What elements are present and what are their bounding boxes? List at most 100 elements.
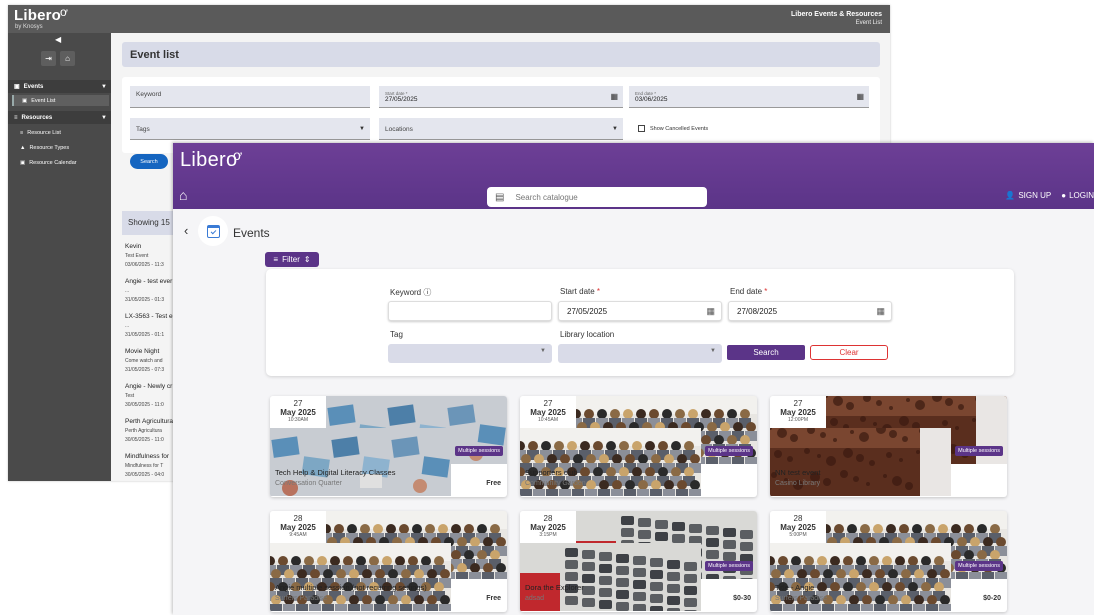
events-icon bbox=[198, 216, 228, 246]
end-date-label: End date * bbox=[635, 91, 657, 96]
admin-app-title: Libero Events & Resources bbox=[790, 11, 882, 18]
event-date-block: 27 May 2025 10:45AM bbox=[520, 396, 576, 428]
sidebar-group-label: Events bbox=[23, 83, 44, 90]
admin-search-button[interactable]: Search bbox=[130, 154, 168, 169]
list-icon: ≡ bbox=[14, 114, 18, 121]
end-date-value: 27/08/2025 bbox=[737, 307, 778, 316]
logout-button[interactable]: ⇥ bbox=[41, 51, 56, 66]
calendar-icon: ▣ bbox=[14, 84, 20, 90]
tag-select[interactable]: ▼ bbox=[388, 344, 552, 363]
show-cancelled-checkbox[interactable]: Show Cancelled Events bbox=[638, 125, 708, 132]
event-date-block: 28 May 2025 9:45AM bbox=[270, 511, 326, 543]
login-link[interactable]: ● LOGIN bbox=[1061, 191, 1094, 200]
logo-swirl-icon: ơ bbox=[233, 147, 243, 163]
show-cancelled-label: Show Cancelled Events bbox=[650, 125, 709, 132]
event-venue: Conversation Quarter bbox=[275, 480, 342, 487]
calendar-icon[interactable]: ▦ bbox=[610, 92, 618, 101]
sidebar-item-label: Resource Types bbox=[29, 144, 70, 151]
public-logo[interactable]: Libero bbox=[180, 149, 237, 172]
sidebar-group-resources[interactable]: ≡ Resources ▼ bbox=[8, 111, 111, 124]
admin-app-subtitle: Event List bbox=[855, 20, 882, 26]
event-price: Free bbox=[486, 480, 501, 487]
home-icon[interactable]: ⌂ bbox=[179, 187, 187, 203]
admin-sidebar: ◀ ⇥ ⌂ ▣ Events ▼ ▣ Event List ≡ Resource… bbox=[8, 33, 111, 481]
filter-button[interactable]: ≡ Filter ⇕ bbox=[265, 252, 319, 267]
event-date-block: 27 May 2025 12:00PM bbox=[770, 396, 826, 428]
event-day: 28 bbox=[793, 514, 803, 523]
event-time: 12:00PM bbox=[787, 417, 808, 423]
admin-filter-panel: Keyword Start date * 27/05/2025 ▦ End da… bbox=[122, 77, 880, 153]
keyword-placeholder: Keyword bbox=[136, 91, 162, 98]
event-title[interactable]: Title - Angie bbox=[775, 583, 814, 592]
end-date-input[interactable]: 27/08/2025 ▦ bbox=[728, 301, 892, 321]
home-button[interactable]: ⌂ bbox=[60, 51, 75, 66]
catalogue-search[interactable]: ▤ bbox=[487, 187, 707, 207]
event-title[interactable]: NN test event bbox=[775, 468, 820, 477]
event-time: 10:45AM bbox=[537, 417, 558, 423]
event-image-strip bbox=[770, 424, 951, 496]
start-date-value: 27/05/2025 bbox=[567, 307, 608, 316]
sidebar-item-event-list[interactable]: ▣ Event List bbox=[12, 95, 109, 106]
event-image-strip bbox=[270, 543, 451, 612]
event-title[interactable]: Angie multiple session (not recurring se… bbox=[275, 583, 427, 592]
event-month-year: May 2025 bbox=[530, 408, 566, 417]
calendar-icon[interactable]: ▦ bbox=[876, 306, 885, 317]
event-card[interactable]: 27 May 2025 12:00PM Multiple sessions NN tes… bbox=[770, 396, 1007, 497]
end-date-field[interactable]: End date * 03/06/2025 ▦ bbox=[629, 86, 869, 108]
event-card[interactable]: 28 May 2025 5:00PM Multiple sessions Title -… bbox=[770, 511, 1007, 612]
calendar-icon[interactable]: ▦ bbox=[706, 306, 715, 317]
keyword-label: Keyword ⓘ bbox=[390, 287, 431, 298]
event-title[interactable]: Tech Help & Digital Literacy Classes bbox=[275, 468, 395, 477]
multiple-sessions-badge: Multiple sessions bbox=[705, 561, 753, 571]
event-title[interactable]: Supporters club bbox=[525, 468, 578, 477]
dropdown-arrow-icon: ▼ bbox=[710, 348, 716, 354]
event-card[interactable]: 27 May 2025 10:30AM Multiple sessions Tech H… bbox=[270, 396, 507, 497]
chevron-down-icon: ▼ bbox=[101, 83, 107, 90]
event-card[interactable]: 28 May 2025 9:45AM Angie multiple session (… bbox=[270, 511, 507, 612]
sort-icon: ⇕ bbox=[303, 255, 311, 264]
sign-up-link[interactable]: 👤 SIGN UP bbox=[1005, 191, 1051, 200]
multiple-sessions-badge: Multiple sessions bbox=[955, 446, 1003, 456]
sidebar-item-resource-calendar[interactable]: ▣ Resource Calendar bbox=[12, 157, 109, 168]
event-time: 3:15PM bbox=[539, 532, 557, 538]
keyword-field[interactable]: Keyword bbox=[130, 86, 370, 108]
filter-icon: ≡ bbox=[273, 255, 279, 264]
info-icon[interactable]: ⓘ bbox=[423, 288, 431, 297]
multiple-sessions-badge: Multiple sessions bbox=[705, 446, 753, 456]
search-button[interactable]: Search bbox=[727, 345, 805, 360]
start-date-field[interactable]: Start date * 27/05/2025 ▦ bbox=[379, 86, 623, 108]
sidebar-item-label: Resource Calendar bbox=[29, 159, 77, 166]
auth-links: 👤 SIGN UP ● LOGIN bbox=[1005, 191, 1094, 200]
start-date-input[interactable]: 27/05/2025 ▦ bbox=[558, 301, 722, 321]
event-month-year: May 2025 bbox=[780, 408, 816, 417]
event-date-block: 27 May 2025 10:30AM bbox=[270, 396, 326, 428]
event-title[interactable]: Dora the Explorer bbox=[525, 583, 584, 592]
event-card[interactable]: 27 May 2025 10:45AM Multiple sessions Suppor… bbox=[520, 396, 757, 497]
checkbox-box[interactable] bbox=[638, 125, 645, 132]
locations-select[interactable]: Locations ▼ bbox=[379, 118, 623, 140]
library-location-select[interactable]: ▼ bbox=[558, 344, 722, 363]
multiple-sessions-badge: Multiple sessions bbox=[955, 561, 1003, 571]
back-arrow-icon[interactable]: ‹ bbox=[184, 223, 188, 238]
event-price: $0-30 bbox=[733, 595, 751, 602]
keyword-input[interactable] bbox=[388, 301, 552, 321]
filter-label: Filter bbox=[282, 255, 300, 264]
collapse-sidebar-icon[interactable]: ◀ bbox=[55, 35, 61, 44]
chevron-down-icon: ▼ bbox=[101, 114, 107, 121]
event-date-block: 28 May 2025 3:15PM bbox=[520, 511, 576, 543]
admin-logo: Libero bbox=[14, 7, 62, 24]
search-input[interactable] bbox=[513, 191, 684, 203]
account-icon: ● bbox=[1061, 191, 1067, 200]
page-title: Event list bbox=[122, 42, 880, 67]
sidebar-group-label: Resources bbox=[21, 114, 53, 121]
calendar-icon[interactable]: ▦ bbox=[856, 92, 864, 101]
start-date-label-text: Start date bbox=[560, 287, 595, 296]
clear-button[interactable]: Clear bbox=[810, 345, 888, 360]
calendar-icon: ▣ bbox=[20, 159, 26, 166]
home-icon: ⌂ bbox=[65, 54, 70, 63]
sidebar-item-resource-types[interactable]: ▲ Resource Types bbox=[12, 142, 109, 153]
sidebar-item-resource-list[interactable]: ≡ Resource List bbox=[12, 127, 109, 138]
event-card[interactable]: 28 May 2025 3:15PM Multiple sessions Dora th… bbox=[520, 511, 757, 612]
sidebar-group-events[interactable]: ▣ Events ▼ bbox=[8, 80, 111, 93]
tags-select[interactable]: Tags ▼ bbox=[130, 118, 370, 140]
